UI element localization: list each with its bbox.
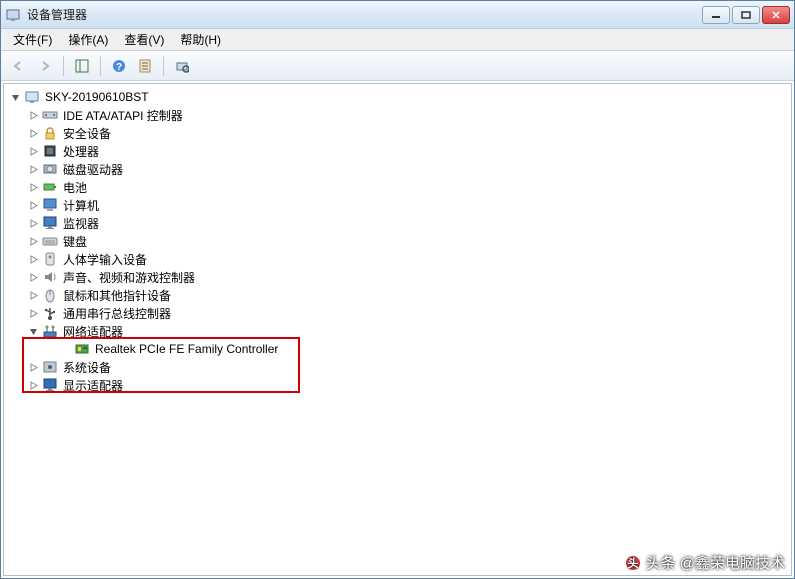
tree-category-sound[interactable]: 声音、视频和游戏控制器 [4,268,791,286]
battery-icon [42,179,58,195]
app-icon [5,7,21,23]
window-title: 设备管理器 [27,6,702,23]
svg-text:?: ? [116,62,122,73]
tree-node-label: 系统设备 [61,358,113,377]
tree-category-usb[interactable]: 通用串行总线控制器 [4,304,791,322]
tree-node-label: 计算机 [61,196,101,215]
scan-hardware-button[interactable] [170,55,194,77]
watermark: 头 头条 @鑫荣电脑技术 [624,552,785,573]
expand-icon[interactable] [26,108,40,122]
tree-node-label: SKY-20190610BST [43,89,151,105]
expand-icon[interactable] [26,234,40,248]
expand-icon[interactable] [26,126,40,140]
expand-icon[interactable] [26,288,40,302]
sound-icon [42,269,58,285]
properties-button[interactable] [133,55,157,77]
toolbar-separator [163,56,164,76]
usb-icon [42,305,58,321]
menu-action[interactable]: 操作(A) [60,29,116,50]
tree-category-system[interactable]: 系统设备 [4,358,791,376]
tree-node-label: 鼠标和其他指针设备 [61,286,173,305]
expand-icon[interactable] [26,306,40,320]
expand-icon[interactable] [26,180,40,194]
titlebar: 设备管理器 [1,1,794,29]
svg-text:头: 头 [627,556,638,570]
tree-category-disk[interactable]: 磁盘驱动器 [4,160,791,178]
menu-file[interactable]: 文件(F) [5,29,60,50]
tree-category-computer[interactable]: 计算机 [4,196,791,214]
forward-button [33,55,57,77]
close-button[interactable] [762,6,790,24]
tree-node-label: 监视器 [61,214,101,233]
tree-category-keyboard[interactable]: 键盘 [4,232,791,250]
device-manager-window: 设备管理器 文件(F) 操作(A) 查看(V) 帮助(H) ? SKY-2019… [0,0,795,579]
expand-icon[interactable] [26,360,40,374]
expand-icon[interactable] [26,216,40,230]
display-icon [42,377,58,393]
tree-node-label: 显示适配器 [61,376,125,395]
network-icon [42,323,58,339]
mouse-icon [42,287,58,303]
back-button [7,55,31,77]
tree-node-label: 人体学输入设备 [61,250,149,269]
ide-icon [42,107,58,123]
expand-icon[interactable] [26,162,40,176]
help-button[interactable]: ? [107,55,131,77]
collapse-icon[interactable] [8,90,22,104]
computer-icon [42,197,58,213]
tree-node-label: IDE ATA/ATAPI 控制器 [61,106,185,125]
menu-view[interactable]: 查看(V) [116,29,172,50]
tree-node-label: 磁盘驱动器 [61,160,125,179]
watermark-icon: 头 [624,554,642,572]
system-icon [42,359,58,375]
tree-category-battery[interactable]: 电池 [4,178,791,196]
window-controls [702,6,790,24]
tree-category-network[interactable]: 网络适配器 [4,322,791,340]
cpu-icon [42,143,58,159]
menu-help[interactable]: 帮助(H) [172,29,229,50]
tree-node-label: 通用串行总线控制器 [61,304,173,323]
tree-node-label: 安全设备 [61,124,113,143]
tree-node-label: 处理器 [61,142,101,161]
toolbar: ? [1,51,794,81]
disk-icon [42,161,58,177]
root-icon [24,89,40,105]
tree-root-node[interactable]: SKY-20190610BST [4,88,791,106]
hid-icon [42,251,58,267]
toolbar-separator [100,56,101,76]
expand-icon[interactable] [26,252,40,266]
tree-category-display[interactable]: 显示适配器 [4,376,791,394]
expand-icon[interactable] [26,144,40,158]
menubar: 文件(F) 操作(A) 查看(V) 帮助(H) [1,29,794,51]
tree-category-monitor[interactable]: 监视器 [4,214,791,232]
expand-icon[interactable] [26,270,40,284]
device-tree[interactable]: SKY-20190610BSTIDE ATA/ATAPI 控制器安全设备处理器磁… [3,83,792,576]
tree-node-label: 声音、视频和游戏控制器 [61,268,197,287]
expand-icon[interactable] [26,378,40,392]
tree-node-label: 电池 [61,178,89,197]
minimize-button[interactable] [702,6,730,24]
tree-node-label: 键盘 [61,232,89,251]
toolbar-separator [63,56,64,76]
nic-icon [74,341,90,357]
tree-node-label: Realtek PCIe FE Family Controller [93,341,280,357]
keyboard-icon [42,233,58,249]
show-hide-tree-button[interactable] [70,55,94,77]
maximize-button[interactable] [732,6,760,24]
tree-category-cpu[interactable]: 处理器 [4,142,791,160]
tree-node-label: 网络适配器 [61,322,125,341]
monitor-icon [42,215,58,231]
expand-icon[interactable] [26,198,40,212]
tree-device-nic[interactable]: Realtek PCIe FE Family Controller [4,340,791,358]
tree-category-ide[interactable]: IDE ATA/ATAPI 控制器 [4,106,791,124]
security-icon [42,125,58,141]
collapse-icon[interactable] [26,324,40,338]
tree-category-security[interactable]: 安全设备 [4,124,791,142]
tree-category-mouse[interactable]: 鼠标和其他指针设备 [4,286,791,304]
watermark-text: 头条 @鑫荣电脑技术 [646,552,785,573]
tree-category-hid[interactable]: 人体学输入设备 [4,250,791,268]
